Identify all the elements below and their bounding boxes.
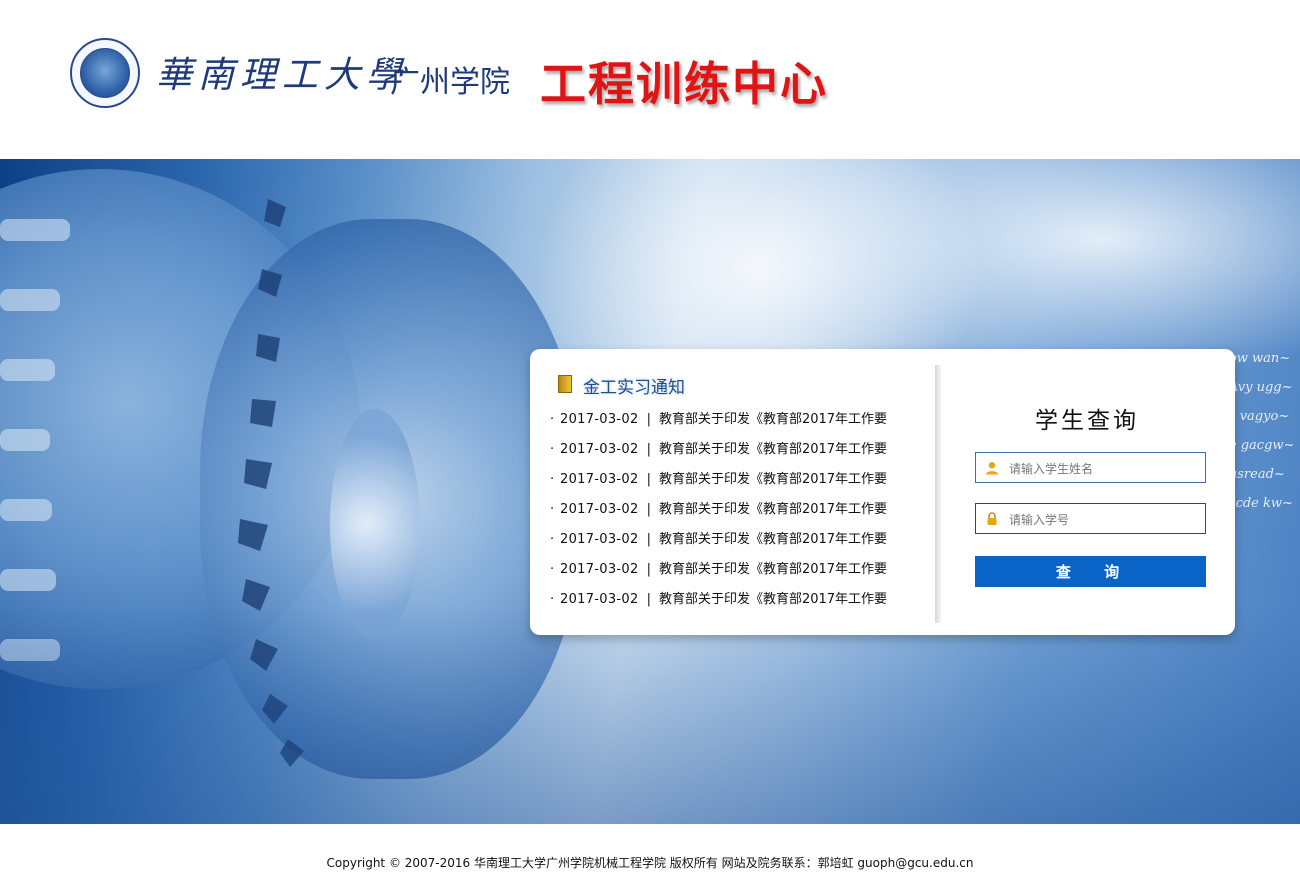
separator: | <box>646 442 651 457</box>
query-title: 学生查询 <box>1035 408 1139 434</box>
bullet: · <box>550 562 555 577</box>
center-title: 工程训练中心 <box>540 57 828 111</box>
student-name-input[interactable] <box>1007 457 1201 480</box>
notice-date: 2017-03-02 <box>560 562 639 577</box>
notice-list: · 2017-03-02 | 教育部关于印发《教育部2017年工作要 · 2017-03… <box>550 409 930 619</box>
bullet: · <box>550 412 555 427</box>
notice-date: 2017-03-02 <box>560 412 639 427</box>
banner-shade <box>0 604 1300 824</box>
notice-date: 2017-03-02 <box>560 502 639 517</box>
separator: | <box>646 502 651 517</box>
notice-link[interactable]: 教育部关于印发《教育部2017年工作要 <box>659 442 887 457</box>
notice-item[interactable]: · 2017-03-02 | 教育部关于印发《教育部2017年工作要 <box>550 409 930 439</box>
student-id-input[interactable] <box>1007 508 1201 531</box>
student-name-field[interactable] <box>975 452 1206 483</box>
bullet: · <box>550 532 555 547</box>
notice-item[interactable]: · 2017-03-02 | 教育部关于印发《教育部2017年工作要 <box>550 559 930 589</box>
notice-date: 2017-03-02 <box>560 442 639 457</box>
notebook-icon <box>558 375 572 393</box>
site-header: 華南理工大學 广州学院 工程训练中心 <box>0 0 1300 159</box>
student-id-field[interactable] <box>975 503 1206 534</box>
content-panel: 金工实习通知 · 2017-03-02 | 教育部关于印发《教育部2017年工作要 ·… <box>530 349 1235 635</box>
panel-divider <box>935 365 941 623</box>
notice-item[interactable]: · 2017-03-02 | 教育部关于印发《教育部2017年工作要 <box>550 529 930 559</box>
notice-link[interactable]: 教育部关于印发《教育部2017年工作要 <box>659 592 887 607</box>
query-button[interactable]: 查 询 <box>975 556 1206 587</box>
notice-item[interactable]: · 2017-03-02 | 教育部关于印发《教育部2017年工作要 <box>550 589 930 619</box>
notice-link[interactable]: 教育部关于印发《教育部2017年工作要 <box>659 412 887 427</box>
separator: | <box>646 412 651 427</box>
seal-emblem <box>80 48 130 98</box>
university-name: 華南理工大學 <box>156 55 409 96</box>
notice-date: 2017-03-02 <box>560 592 639 607</box>
separator: | <box>646 562 651 577</box>
notice-link[interactable]: 教育部关于印发《教育部2017年工作要 <box>659 502 887 517</box>
separator: | <box>646 592 651 607</box>
notice-link[interactable]: 教育部关于印发《教育部2017年工作要 <box>659 532 887 547</box>
lock-icon <box>987 512 997 525</box>
notice-item[interactable]: · 2017-03-02 | 教育部关于印发《教育部2017年工作要 <box>550 439 930 469</box>
campus-name: 广州学院 <box>390 65 510 100</box>
notice-link[interactable]: 教育部关于印发《教育部2017年工作要 <box>659 562 887 577</box>
notice-date: 2017-03-02 <box>560 472 639 487</box>
notice-item[interactable]: · 2017-03-02 | 教育部关于印发《教育部2017年工作要 <box>550 469 930 499</box>
logo-area: 華南理工大學 广州学院 工程训练中心 <box>60 30 860 120</box>
separator: | <box>646 472 651 487</box>
site-footer: Copyright © 2007-2016 华南理工大学广州学院机械工程学院 版… <box>0 824 1300 889</box>
notice-link[interactable]: 教育部关于印发《教育部2017年工作要 <box>659 472 887 487</box>
bullet: · <box>550 472 555 487</box>
notice-title: 金工实习通知 <box>583 378 685 398</box>
user-icon <box>986 462 998 475</box>
copyright-text: Copyright © 2007-2016 华南理工大学广州学院机械工程学院 版… <box>326 856 974 870</box>
notice-item[interactable]: · 2017-03-02 | 教育部关于印发《教育部2017年工作要 <box>550 499 930 529</box>
separator: | <box>646 532 651 547</box>
notice-date: 2017-03-02 <box>560 532 639 547</box>
bullet: · <box>550 442 555 457</box>
bullet: · <box>550 502 555 517</box>
bullet: · <box>550 592 555 607</box>
university-seal-logo <box>70 38 140 108</box>
